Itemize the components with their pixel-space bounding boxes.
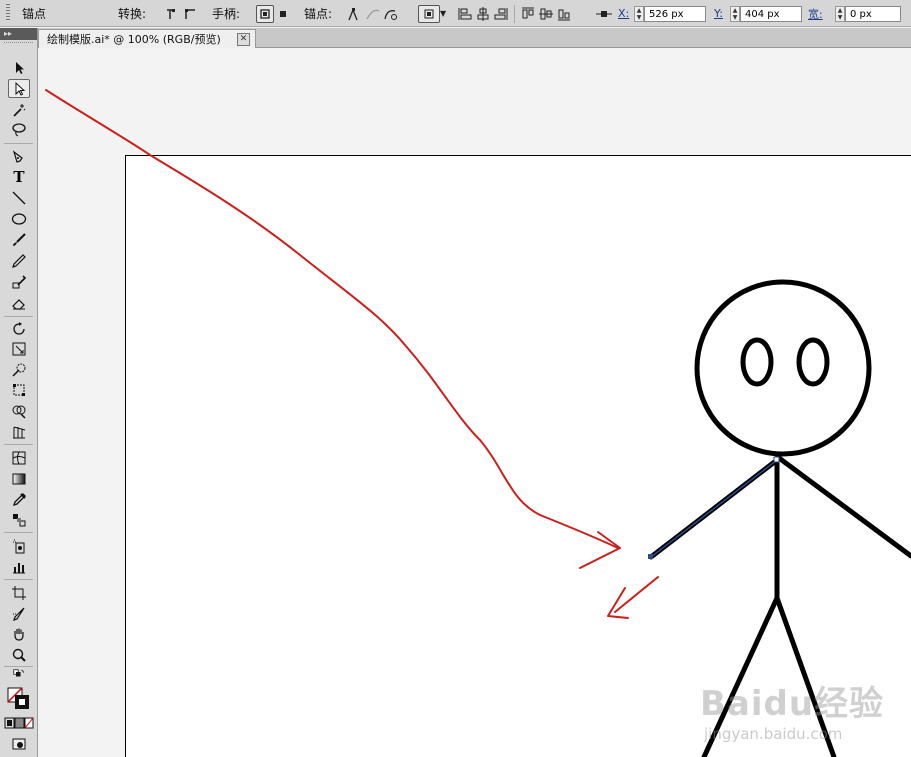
default-colors-icon[interactable] — [8, 668, 30, 682]
connect-endpoints-icon[interactable] — [364, 5, 382, 23]
paintbrush-tool-icon[interactable] — [8, 230, 30, 249]
line-segment-tool-icon[interactable] — [8, 188, 30, 207]
artboard-tool-icon[interactable] — [8, 583, 30, 602]
type-tool-icon[interactable]: T — [8, 167, 30, 186]
width-label: 宽: — [808, 7, 823, 21]
hand-tool-icon[interactable] — [8, 624, 30, 643]
cut-path-icon[interactable] — [382, 5, 400, 23]
perspective-grid-tool-icon[interactable] — [8, 422, 30, 441]
control-bar-grip[interactable] — [6, 4, 10, 22]
align-top-icon[interactable] — [519, 5, 537, 23]
screen-mode-icon[interactable] — [8, 734, 30, 753]
align-center-v-icon[interactable] — [537, 5, 555, 23]
convert-to-smooth-icon[interactable] — [181, 5, 199, 23]
document-tab-title: 绘制模版.ai* @ 100% (RGB/预览) — [47, 33, 221, 46]
mesh-tool-icon[interactable] — [8, 448, 30, 467]
width-field[interactable]: 0 px — [845, 5, 901, 22]
isolate-mode-icon[interactable] — [418, 4, 440, 23]
x-spinner[interactable]: ▲ ▼ — [634, 5, 644, 22]
show-handles-icon[interactable] — [256, 4, 274, 23]
close-tab-icon[interactable]: ✕ — [237, 33, 250, 46]
width-spinner[interactable]: ▲ ▼ — [835, 5, 845, 22]
lasso-tool-icon[interactable] — [8, 120, 30, 139]
ellipse-tool-icon[interactable] — [8, 209, 30, 228]
x-coordinate-label: X: — [618, 7, 630, 20]
document-tab-strip: 绘制模版.ai* @ 100% (RGB/预览) ✕ — [38, 28, 911, 48]
pasteboard[interactable] — [38, 48, 911, 757]
tools-divider — [4, 666, 33, 667]
tools-divider — [4, 532, 33, 533]
anchor-reference-icon[interactable] — [594, 5, 614, 23]
tools-divider — [4, 316, 33, 317]
y-spinner[interactable]: ▲ ▼ — [730, 5, 740, 22]
tools-divider — [4, 143, 33, 144]
convert-label: 转换: — [118, 7, 147, 21]
handles-label: 手柄: — [212, 7, 241, 21]
tools-panel-grip[interactable] — [4, 42, 33, 47]
align-left-icon[interactable] — [456, 5, 474, 23]
rotate-tool-icon[interactable] — [8, 319, 30, 338]
pen-tool-icon[interactable] — [8, 147, 30, 166]
align-bottom-icon[interactable] — [555, 5, 573, 23]
document-tab[interactable]: 绘制模版.ai* @ 100% (RGB/预览) ✕ — [38, 29, 256, 48]
slice-tool-icon[interactable] — [8, 604, 30, 623]
selection-tool-icon[interactable] — [8, 58, 30, 77]
gradient-tool-icon[interactable] — [8, 469, 30, 488]
color-mode-icons[interactable] — [4, 716, 34, 730]
eraser-tool-icon[interactable] — [8, 293, 30, 312]
control-separator — [514, 4, 515, 23]
scale-tool-icon[interactable] — [8, 339, 30, 358]
warp-tool-icon[interactable] — [8, 360, 30, 379]
align-center-h-icon[interactable] — [474, 5, 492, 23]
isolate-dropdown-icon[interactable]: ▼ — [440, 9, 446, 18]
anchor-point-label: 锚点 — [22, 7, 47, 21]
align-right-icon[interactable] — [492, 5, 510, 23]
shape-builder-tool-icon[interactable] — [8, 401, 30, 420]
blob-brush-tool-icon[interactable] — [8, 272, 30, 291]
tools-divider — [4, 444, 33, 445]
remove-anchor-icon[interactable] — [346, 5, 364, 23]
fill-stroke-swatch-icon[interactable] — [6, 685, 32, 713]
direct-selection-tool-icon[interactable] — [8, 79, 30, 98]
tools-panel: ▸▸ T — [0, 28, 38, 757]
x-coordinate-field[interactable]: 526 px — [644, 5, 706, 22]
convert-to-corner-icon[interactable] — [163, 5, 181, 23]
anchors-label: 锚点: — [304, 7, 333, 21]
magic-wand-tool-icon[interactable] — [8, 100, 30, 119]
tools-divider — [4, 579, 33, 580]
tools-panel-collapse-icon[interactable]: ▸▸ — [0, 28, 37, 40]
column-graph-tool-icon[interactable] — [8, 557, 30, 576]
free-transform-tool-icon[interactable] — [8, 380, 30, 399]
eyedropper-tool-icon[interactable] — [8, 490, 30, 509]
symbol-sprayer-tool-icon[interactable] — [8, 536, 30, 555]
blend-tool-icon[interactable] — [8, 510, 30, 529]
y-coordinate-field[interactable]: 404 px — [740, 5, 802, 22]
hide-handles-icon[interactable] — [274, 5, 292, 23]
artboard[interactable] — [125, 155, 911, 757]
pencil-tool-icon[interactable] — [8, 251, 30, 270]
control-bar: 锚点 转换: 手柄: 锚点: ▼ X: ▲ ▼ 526 px Y: ▲ ▼ 40… — [0, 0, 911, 27]
y-coordinate-label: Y: — [714, 7, 723, 20]
zoom-tool-icon[interactable] — [8, 645, 30, 664]
